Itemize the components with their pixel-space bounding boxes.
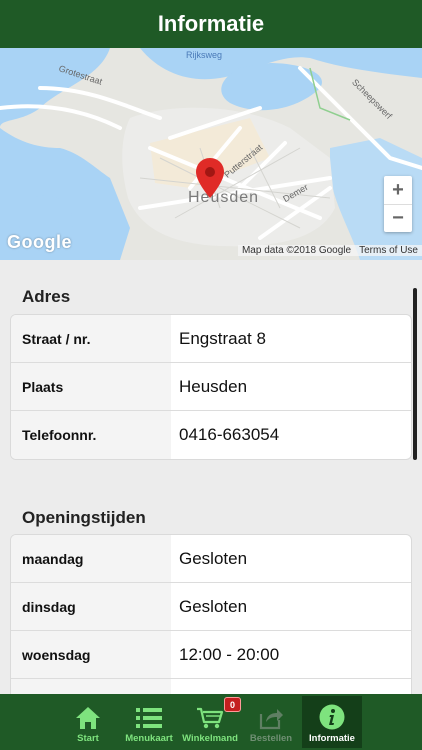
tab-menukaart[interactable]: Menukaart: [119, 696, 179, 748]
address-row-phone[interactable]: Telefoonnr. 0416-663054: [11, 411, 411, 459]
hours-section-title: Openingstijden: [22, 508, 146, 527]
row-value: Gesloten: [179, 548, 248, 568]
row-label: woensdag: [11, 631, 171, 678]
scrollbar[interactable]: [413, 288, 417, 460]
phone-number[interactable]: 0416-663054: [171, 411, 411, 459]
cart-count-badge: 0: [224, 697, 241, 712]
row-label: [11, 679, 171, 694]
tab-bar: Start Menukaart Winkelmand Bestellen Inf…: [0, 694, 422, 750]
app-header: Informatie: [0, 0, 422, 48]
map-attribution: Map data ©2018 Google Terms of Use: [237, 243, 422, 257]
zoom-in-button[interactable]: +: [384, 176, 412, 204]
tab-label: Bestellen: [249, 733, 293, 744]
info-icon: [319, 704, 345, 730]
row-label: Telefoonnr.: [11, 411, 171, 459]
row-label: Straat / nr.: [11, 315, 171, 362]
tab-label: Winkelmand: [182, 733, 238, 744]
page-title: Informatie: [157, 11, 265, 36]
street-label: Rijksweg: [186, 50, 223, 60]
tab-informatie[interactable]: Informatie: [302, 696, 362, 748]
location-pin-icon[interactable]: [196, 158, 224, 198]
hours-row: maandag Gesloten: [11, 535, 411, 583]
tab-bestellen[interactable]: Bestellen: [241, 696, 301, 748]
terms-of-use-link[interactable]: Terms of Use: [355, 244, 422, 256]
share-icon: [259, 709, 283, 730]
map-view[interactable]: Grotestraat Putterstraat Demer Scheepswe…: [0, 48, 422, 260]
row-value: Heusden: [179, 376, 248, 396]
hours-row: woensdag 12:00 - 20:00: [11, 631, 411, 679]
address-row-city: Plaats Heusden: [11, 363, 411, 411]
address-section-title: Adres: [22, 287, 71, 306]
zoom-controls: + −: [384, 176, 412, 232]
tab-start[interactable]: Start: [58, 696, 118, 748]
google-logo: Google: [7, 232, 72, 252]
tab-label: Menukaart: [125, 733, 173, 744]
row-value: [171, 679, 411, 694]
row-value: Engstraat 8: [179, 328, 266, 348]
hours-card: maandag Gesloten dinsdag Gesloten woensd…: [10, 534, 412, 694]
cart-icon: [197, 707, 224, 729]
row-value: 12:00 - 20:00: [179, 644, 280, 664]
map-data-credit: Map data ©2018 Google: [237, 244, 356, 256]
info-content[interactable]: Adres Straat / nr. Engstraat 8 Plaats He…: [0, 260, 422, 694]
row-label: Plaats: [11, 363, 171, 410]
home-icon: [76, 707, 100, 729]
hours-row: dinsdag Gesloten: [11, 583, 411, 631]
hours-row: [11, 679, 411, 694]
row-value: Gesloten: [179, 596, 248, 616]
list-icon: [136, 708, 162, 728]
tab-label: Informatie: [309, 733, 355, 744]
address-row-street: Straat / nr. Engstraat 8: [11, 315, 411, 363]
address-card: Straat / nr. Engstraat 8 Plaats Heusden …: [10, 314, 412, 460]
row-label: dinsdag: [11, 583, 171, 630]
row-label: maandag: [11, 535, 171, 582]
tab-label: Start: [77, 733, 99, 744]
zoom-out-button[interactable]: −: [384, 204, 412, 232]
